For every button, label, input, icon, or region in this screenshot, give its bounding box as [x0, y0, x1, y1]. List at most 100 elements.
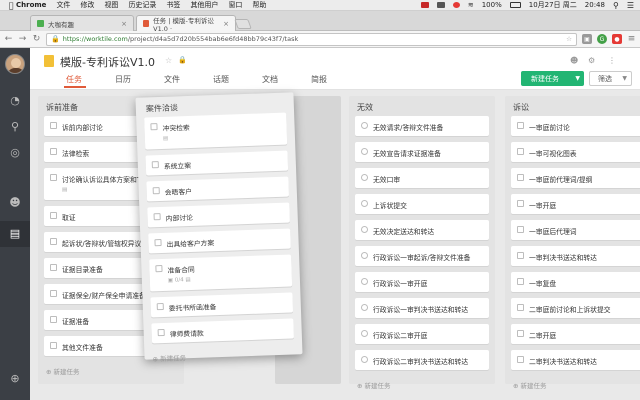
task-checkbox[interactable]: [361, 200, 368, 207]
task-checkbox[interactable]: [361, 148, 368, 155]
task-checkbox[interactable]: [361, 330, 368, 337]
tab-calendar[interactable]: 日历: [115, 74, 164, 88]
task-checkbox[interactable]: [50, 342, 57, 349]
task-checkbox[interactable]: [517, 330, 524, 337]
new-task-button[interactable]: 新建任务 ▼: [521, 71, 584, 86]
task-checkbox[interactable]: [361, 122, 368, 129]
menu-help[interactable]: 帮助: [252, 0, 266, 10]
task-card[interactable]: 律师费请款: [151, 318, 294, 344]
menu-window[interactable]: 窗口: [228, 0, 242, 10]
task-card[interactable]: 内部讨论: [147, 202, 290, 228]
task-checkbox[interactable]: [152, 187, 160, 195]
search-icon[interactable]: ⚲: [8, 120, 22, 134]
task-checkbox[interactable]: [361, 278, 368, 285]
task-checkbox[interactable]: [361, 226, 368, 233]
notification-center-icon[interactable]: ☰: [627, 1, 634, 10]
add-task-link[interactable]: ⊕ 新建任务: [349, 376, 495, 396]
task-card[interactable]: 二审开庭: [511, 324, 640, 344]
apple-icon[interactable]: : [6, 1, 16, 10]
chrome-menu-icon[interactable]: ≡: [627, 34, 636, 44]
task-card[interactable]: 行政诉讼一审开庭: [355, 272, 489, 292]
task-checkbox[interactable]: [361, 356, 368, 363]
task-card[interactable]: 二审庭前讨论和上诉状提交: [511, 298, 640, 318]
task-card[interactable]: 行政诉讼二审判决书送达和转达: [355, 350, 489, 370]
browser-tab-2[interactable]: 任务 | 模版-专利诉讼V1.0 · ×: [136, 15, 236, 33]
task-checkbox[interactable]: [50, 238, 57, 245]
contacts-icon[interactable]: ☻: [8, 196, 22, 210]
task-checkbox[interactable]: [361, 252, 368, 259]
menu-other-users[interactable]: 其他用户: [190, 0, 218, 10]
extension-icon[interactable]: ▣: [582, 34, 592, 44]
task-card[interactable]: 委托书所函准备: [150, 292, 294, 318]
task-card[interactable]: 上诉状提交: [355, 194, 489, 214]
back-arrow-icon[interactable]: ←: [4, 34, 13, 44]
task-card[interactable]: 一审庭后代理词: [511, 220, 640, 240]
task-card[interactable]: 一审庭前代理词/提纲: [511, 168, 640, 188]
more-icon[interactable]: ⋮: [608, 56, 616, 65]
task-checkbox[interactable]: [517, 200, 524, 207]
status-time[interactable]: 20:48: [585, 1, 605, 9]
task-checkbox[interactable]: [517, 252, 524, 259]
menu-file[interactable]: 文件: [56, 0, 70, 10]
task-checkbox[interactable]: [153, 213, 161, 221]
task-checkbox[interactable]: [151, 161, 159, 169]
add-icon[interactable]: ⊕: [8, 372, 22, 386]
menu-edit[interactable]: 修改: [80, 0, 94, 10]
task-card[interactable]: 一审复盘: [511, 272, 640, 292]
reload-icon[interactable]: ↻: [32, 34, 41, 44]
task-checkbox[interactable]: [150, 123, 158, 131]
task-card[interactable]: 一审庭前讨论: [511, 116, 640, 136]
task-card[interactable]: 二审判决书送达和转达: [511, 350, 640, 370]
filter-button[interactable]: 筛选 ▼: [589, 71, 632, 86]
add-task-link[interactable]: ⊕ 新建任务: [505, 376, 640, 396]
task-card[interactable]: 一审可视化图表: [511, 142, 640, 162]
task-checkbox[interactable]: [517, 304, 524, 311]
dragged-task-column[interactable]: 案件洽谈 冲突检索 ▤ 系统立案 会晤客户 内部讨论 出具给客户方案 准备合同 ▣ …: [135, 92, 303, 363]
task-card[interactable]: 行政诉讼一审起诉/答辩文件准备: [355, 246, 489, 266]
menu-history[interactable]: 历史记录: [128, 0, 156, 10]
task-checkbox[interactable]: [50, 264, 57, 271]
compass-icon[interactable]: ◎: [8, 146, 22, 160]
wifi-icon[interactable]: ≋: [468, 1, 474, 9]
task-card[interactable]: 一审判决书送达和转达: [511, 246, 640, 266]
task-checkbox[interactable]: [155, 265, 163, 273]
task-card[interactable]: 系统立案: [145, 150, 289, 176]
status-app-icon[interactable]: [420, 2, 429, 8]
status-date[interactable]: 10月27日 周二: [529, 0, 577, 10]
task-checkbox[interactable]: [517, 278, 524, 285]
status-weibo-icon[interactable]: [452, 2, 460, 8]
task-card[interactable]: 冲突检索 ▤: [144, 112, 288, 150]
task-checkbox[interactable]: [517, 174, 524, 181]
battery-icon[interactable]: [509, 2, 521, 8]
inbox-icon[interactable]: ▤: [8, 227, 22, 241]
task-checkbox[interactable]: [50, 290, 57, 297]
star-icon[interactable]: ☆: [165, 56, 172, 65]
tab-reports[interactable]: 简报: [311, 74, 360, 88]
tab-topics[interactable]: 话题: [213, 74, 262, 88]
task-checkbox[interactable]: [156, 302, 164, 311]
menu-bookmarks[interactable]: 书签: [166, 0, 180, 10]
tab-files[interactable]: 文件: [164, 74, 213, 88]
task-checkbox[interactable]: [157, 328, 165, 337]
tab-documents[interactable]: 文档: [262, 74, 311, 88]
task-card[interactable]: 无效请求/答辩文件准备: [355, 116, 489, 136]
task-checkbox[interactable]: [50, 122, 57, 129]
task-checkbox[interactable]: [517, 148, 524, 155]
menu-view[interactable]: 视图: [104, 0, 118, 10]
task-checkbox[interactable]: [517, 122, 524, 129]
close-tab-icon[interactable]: ×: [223, 20, 229, 28]
task-checkbox[interactable]: [517, 226, 524, 233]
members-icon[interactable]: ☻: [570, 56, 578, 65]
task-checkbox[interactable]: [50, 212, 57, 219]
task-checkbox[interactable]: [361, 174, 368, 181]
task-card[interactable]: 一审开庭: [511, 194, 640, 214]
extension-green-icon[interactable]: G: [597, 34, 607, 44]
task-card[interactable]: 无效宣告请求证据准备: [355, 142, 489, 162]
column-title[interactable]: 无效: [349, 96, 495, 116]
task-card[interactable]: 准备合同 ▣ 0/4 ▤: [149, 254, 293, 292]
task-card[interactable]: 出具给客户方案: [148, 228, 291, 254]
task-checkbox[interactable]: [50, 316, 57, 323]
column-title[interactable]: 诉讼: [505, 96, 640, 116]
task-card[interactable]: 行政诉讼二审开庭: [355, 324, 489, 344]
menu-app-name[interactable]: Chrome: [16, 1, 46, 9]
